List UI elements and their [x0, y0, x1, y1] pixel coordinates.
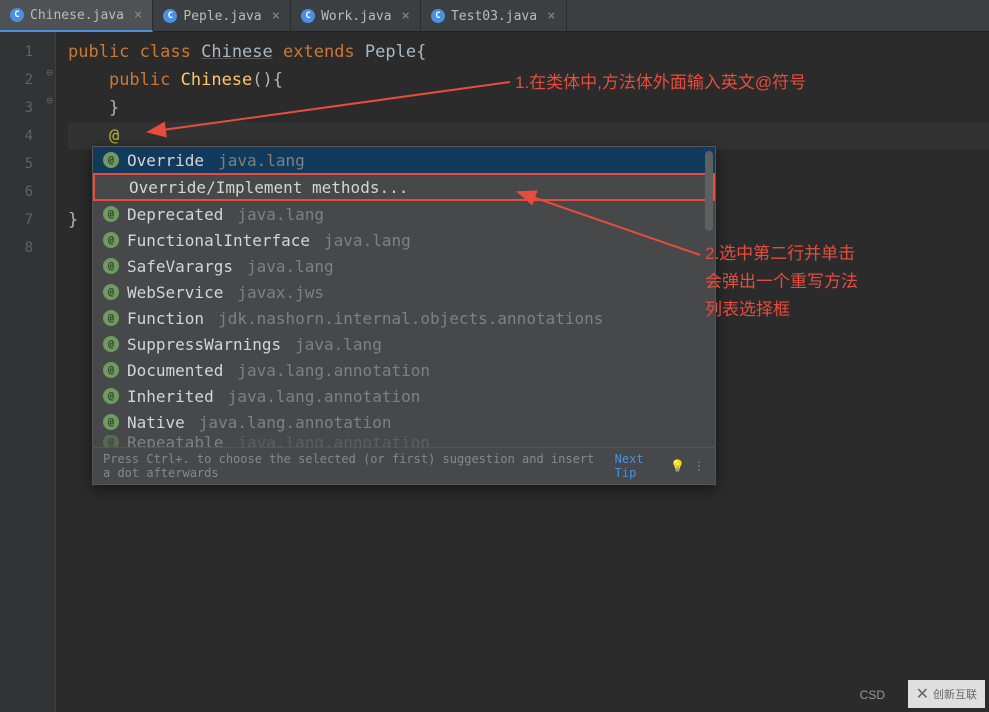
code-line-3: }	[68, 94, 989, 122]
scrollbar[interactable]	[705, 151, 713, 231]
completion-item-native[interactable]: @ Native java.lang.annotation	[93, 409, 715, 435]
annotation-icon: @	[103, 284, 119, 300]
java-icon: C	[431, 9, 445, 23]
annotation-icon: @	[103, 388, 119, 404]
annotation-icon: @	[103, 258, 119, 274]
tab-label: Chinese.java	[30, 8, 124, 23]
annotation-icon: @	[103, 310, 119, 326]
more-icon[interactable]: ⋮	[693, 459, 705, 473]
annotation-icon: @	[103, 435, 119, 447]
annotation-2: 2.选中第二行并单击 会弹出一个重写方法 列表选择框	[705, 240, 925, 324]
line-number: 7	[0, 206, 55, 234]
csd-watermark: CSD	[860, 688, 885, 702]
completion-item-override[interactable]: @ Override java.lang	[93, 147, 715, 173]
completion-item-override-implement[interactable]: Override/Implement methods...	[93, 173, 715, 201]
editor-tabs: C Chinese.java × C Peple.java × C Work.j…	[0, 0, 989, 32]
annotation-icon: @	[103, 414, 119, 430]
next-tip-link[interactable]: Next Tip	[615, 452, 662, 480]
line-number: 6	[0, 178, 55, 206]
completion-item-functionalinterface[interactable]: @ FunctionalInterface java.lang	[93, 227, 715, 253]
line-number: 1	[0, 38, 55, 66]
close-icon[interactable]: ×	[547, 8, 555, 24]
bulb-icon[interactable]: 💡	[670, 459, 685, 473]
code-line-1: public class Chinese extends Peple{	[68, 38, 989, 66]
java-icon: C	[163, 9, 177, 23]
line-number: 5	[0, 150, 55, 178]
completion-item-deprecated[interactable]: @ Deprecated java.lang	[93, 201, 715, 227]
close-icon[interactable]: ×	[134, 7, 142, 23]
tab-label: Peple.java	[183, 9, 261, 24]
java-icon: C	[301, 9, 315, 23]
tab-chinese[interactable]: C Chinese.java ×	[0, 0, 153, 32]
tab-label: Test03.java	[451, 9, 537, 24]
completion-item-documented[interactable]: @ Documented java.lang.annotation	[93, 357, 715, 383]
line-gutter: 1 2 3 4 5 6 7 8 ⊖ ⊖	[0, 32, 56, 712]
annotation-icon: @	[103, 232, 119, 248]
tab-label: Work.java	[321, 9, 391, 24]
fold-icon[interactable]: ⊖	[46, 66, 53, 79]
java-icon: C	[10, 8, 24, 22]
annotation-icon: @	[103, 152, 119, 168]
annotation-1: 1.在类体中,方法体外面输入英文@符号	[515, 68, 806, 93]
close-icon[interactable]: ×	[402, 8, 410, 24]
annotation-icon: @	[103, 362, 119, 378]
tab-work[interactable]: C Work.java ×	[291, 0, 421, 32]
fold-icon[interactable]: ⊖	[46, 94, 53, 107]
popup-footer: Press Ctrl+. to choose the selected (or …	[93, 447, 715, 484]
completion-popup: @ Override java.lang Override/Implement …	[92, 146, 716, 485]
completion-item-inherited[interactable]: @ Inherited java.lang.annotation	[93, 383, 715, 409]
line-number: 4	[0, 122, 55, 150]
close-icon[interactable]: ×	[272, 8, 280, 24]
completion-item-repeatable[interactable]: @ Repeatable java.lang.annotation	[93, 435, 715, 447]
completion-list[interactable]: @ Override java.lang Override/Implement …	[93, 147, 715, 447]
tab-peple[interactable]: C Peple.java ×	[153, 0, 291, 32]
line-number: 8	[0, 234, 55, 262]
annotation-icon: @	[103, 206, 119, 222]
annotation-icon: @	[103, 336, 119, 352]
brand-watermark: ✕ 创新互联	[908, 680, 985, 708]
completion-item-safevarargs[interactable]: @ SafeVarargs java.lang	[93, 253, 715, 279]
completion-item-webservice[interactable]: @ WebService javax.jws	[93, 279, 715, 305]
completion-item-function[interactable]: @ Function jdk.nashorn.internal.objects.…	[93, 305, 715, 331]
completion-item-suppresswarnings[interactable]: @ SuppressWarnings java.lang	[93, 331, 715, 357]
hint-text: Press Ctrl+. to choose the selected (or …	[103, 452, 607, 480]
tab-test03[interactable]: C Test03.java ×	[421, 0, 567, 32]
